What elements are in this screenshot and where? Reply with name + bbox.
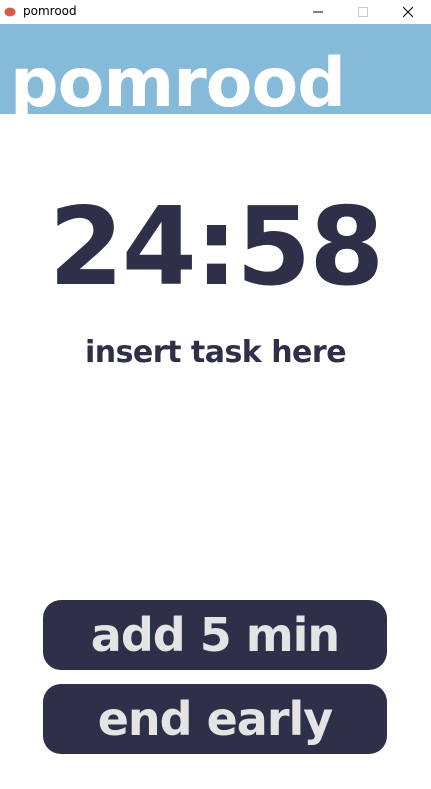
minimize-icon — [312, 11, 323, 13]
maximize-button[interactable] — [340, 0, 385, 24]
app-header: pomrood — [0, 24, 431, 114]
close-icon — [402, 7, 413, 17]
maximize-icon — [357, 7, 368, 17]
timer-display: 24:58 — [48, 185, 385, 310]
add-5-min-button[interactable]: add 5 min — [43, 600, 387, 670]
end-early-button[interactable]: end early — [43, 684, 387, 754]
minimize-button[interactable] — [295, 0, 340, 24]
window-title: pomrood — [23, 4, 77, 18]
app-logo: pomrood — [10, 44, 346, 114]
close-button[interactable] — [385, 0, 430, 24]
window-titlebar[interactable]: pomrood — [0, 0, 431, 24]
tomato-icon — [4, 7, 16, 17]
task-label[interactable]: insert task here — [0, 333, 431, 373]
